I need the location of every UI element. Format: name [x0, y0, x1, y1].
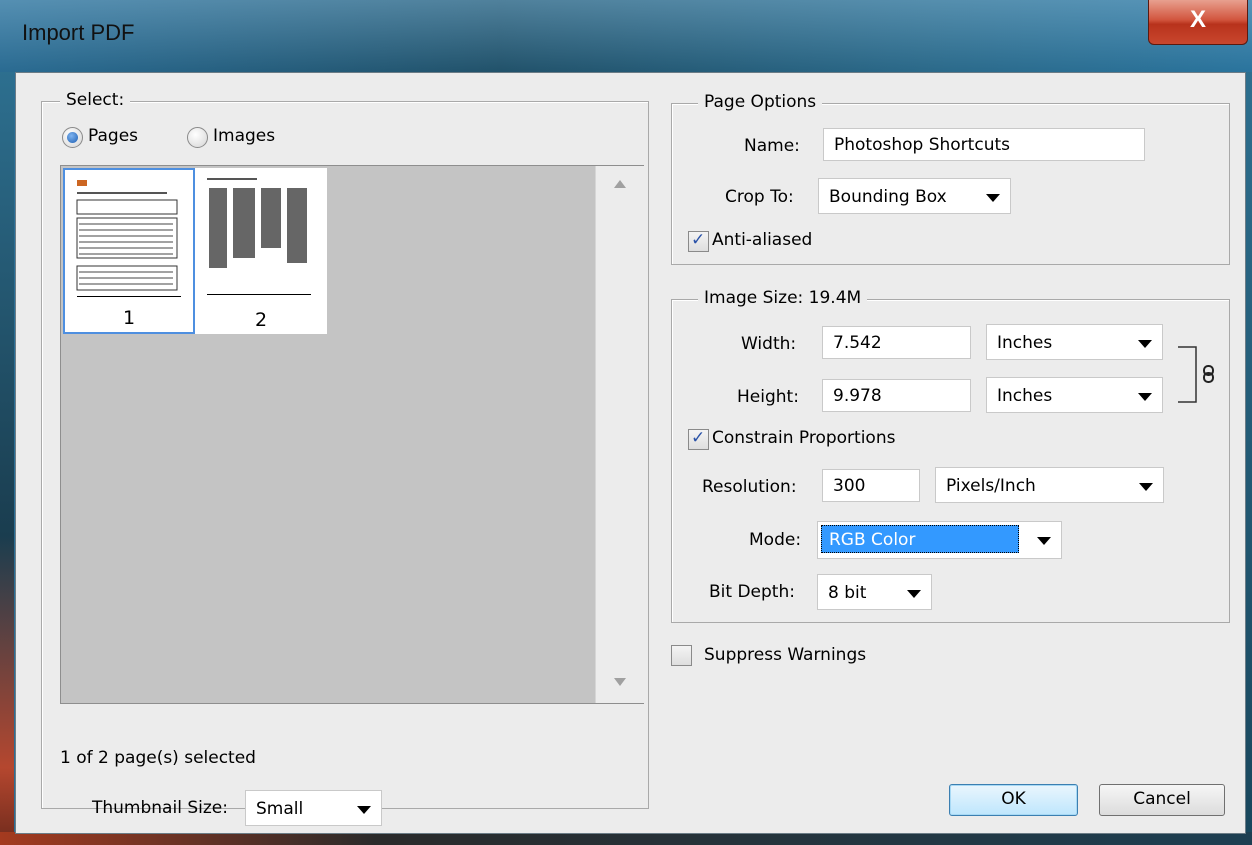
- crop-to-value: Bounding Box: [829, 187, 947, 207]
- width-unit-value: Inches: [997, 333, 1053, 353]
- suppress-warnings-checkbox[interactable]: [671, 645, 692, 666]
- radio-selected-dot: [67, 132, 78, 143]
- chevron-down-icon: [357, 806, 371, 814]
- chevron-down-icon: [907, 590, 921, 598]
- mode-dropdown[interactable]: RGB Color: [817, 521, 1062, 559]
- select-legend: Select:: [60, 90, 131, 110]
- link-proportions-icon[interactable]: [1176, 346, 1216, 404]
- close-icon: X: [1189, 6, 1206, 33]
- close-button[interactable]: X: [1148, 0, 1248, 45]
- page-thumbnail-2[interactable]: 2: [195, 168, 327, 334]
- selection-status: 1 of 2 page(s) selected: [60, 748, 256, 768]
- page-number: 1: [122, 307, 136, 329]
- crop-to-label: Crop To:: [725, 187, 794, 207]
- page-number: 2: [254, 309, 268, 331]
- scroll-up-icon[interactable]: [614, 180, 626, 188]
- resolution-unit-dropdown[interactable]: Pixels/Inch: [935, 467, 1164, 503]
- page-thumbnail-1[interactable]: 1: [63, 168, 195, 334]
- mode-label: Mode:: [749, 530, 802, 550]
- width-field[interactable]: 7.542: [822, 326, 971, 359]
- scroll-down-icon[interactable]: [614, 678, 626, 686]
- pages-radio[interactable]: [62, 127, 83, 148]
- cancel-button[interactable]: Cancel: [1099, 784, 1225, 816]
- anti-aliased-label[interactable]: Anti-aliased: [712, 230, 812, 250]
- height-field[interactable]: 9.978: [822, 379, 971, 412]
- page-options-legend: Page Options: [698, 92, 823, 112]
- pages-radio-label[interactable]: Pages: [88, 126, 138, 146]
- height-unit-value: Inches: [997, 386, 1053, 406]
- chevron-down-icon: [1138, 393, 1152, 401]
- checkmark-icon: ✓: [691, 230, 706, 250]
- image-size-legend: Image Size: 19.4M: [698, 288, 868, 308]
- ok-button[interactable]: OK: [949, 784, 1078, 816]
- page-options-group: Page Options Name: Photoshop Shortcuts C…: [671, 92, 1230, 265]
- images-radio[interactable]: [187, 127, 208, 148]
- crop-to-dropdown[interactable]: Bounding Box: [818, 178, 1011, 214]
- checkmark-icon: ✓: [691, 428, 706, 448]
- chevron-down-icon: [1037, 537, 1051, 545]
- title-bar[interactable]: Import PDF X: [0, 0, 1252, 72]
- image-size-group: Image Size: 19.4M Width: 7.542 Inches He…: [671, 288, 1230, 623]
- thumbnail-scrollbar[interactable]: [595, 166, 644, 703]
- thumbnail-size-dropdown[interactable]: Small: [245, 790, 382, 826]
- chevron-down-icon: [986, 194, 1000, 202]
- suppress-warnings-label[interactable]: Suppress Warnings: [704, 645, 866, 665]
- thumbnail-size-value: Small: [256, 799, 304, 819]
- thumbnail-size-label: Thumbnail Size:: [92, 798, 228, 818]
- bit-depth-label: Bit Depth:: [709, 582, 795, 602]
- chevron-down-icon: [1138, 340, 1152, 348]
- height-label: Height:: [737, 387, 799, 407]
- mode-selected-value: RGB Color: [821, 525, 1019, 553]
- anti-aliased-checkbox[interactable]: ✓: [688, 230, 709, 252]
- constrain-proportions-label[interactable]: Constrain Proportions: [712, 428, 895, 448]
- resolution-field[interactable]: 300: [822, 469, 920, 502]
- chevron-down-icon: [1139, 483, 1153, 491]
- dialog-body: Select: Pages Images 1 2 1 of 2 page(s) …: [15, 72, 1246, 834]
- bit-depth-dropdown[interactable]: 8 bit: [817, 574, 932, 610]
- resolution-unit-value: Pixels/Inch: [946, 476, 1036, 496]
- width-label: Width:: [741, 334, 797, 354]
- height-unit-dropdown[interactable]: Inches: [986, 377, 1163, 413]
- window-frame: Import PDF X Select: Pages Images 1 2 1 …: [0, 0, 1252, 845]
- bit-depth-value: 8 bit: [828, 583, 867, 603]
- images-radio-label[interactable]: Images: [213, 126, 275, 146]
- select-group: Select: Pages Images 1 2 1 of 2 page(s) …: [41, 90, 649, 826]
- dialog-title: Import PDF: [22, 20, 135, 45]
- page-preview-2: [203, 174, 315, 299]
- page-preview-1: [73, 176, 185, 301]
- window-border-left: [0, 72, 14, 845]
- constrain-proportions-checkbox[interactable]: ✓: [688, 428, 709, 450]
- width-unit-dropdown[interactable]: Inches: [986, 324, 1163, 360]
- name-label: Name:: [744, 136, 800, 156]
- name-field[interactable]: Photoshop Shortcuts: [823, 128, 1145, 161]
- thumbnail-list[interactable]: 1 2: [60, 165, 644, 704]
- resolution-label: Resolution:: [702, 477, 797, 497]
